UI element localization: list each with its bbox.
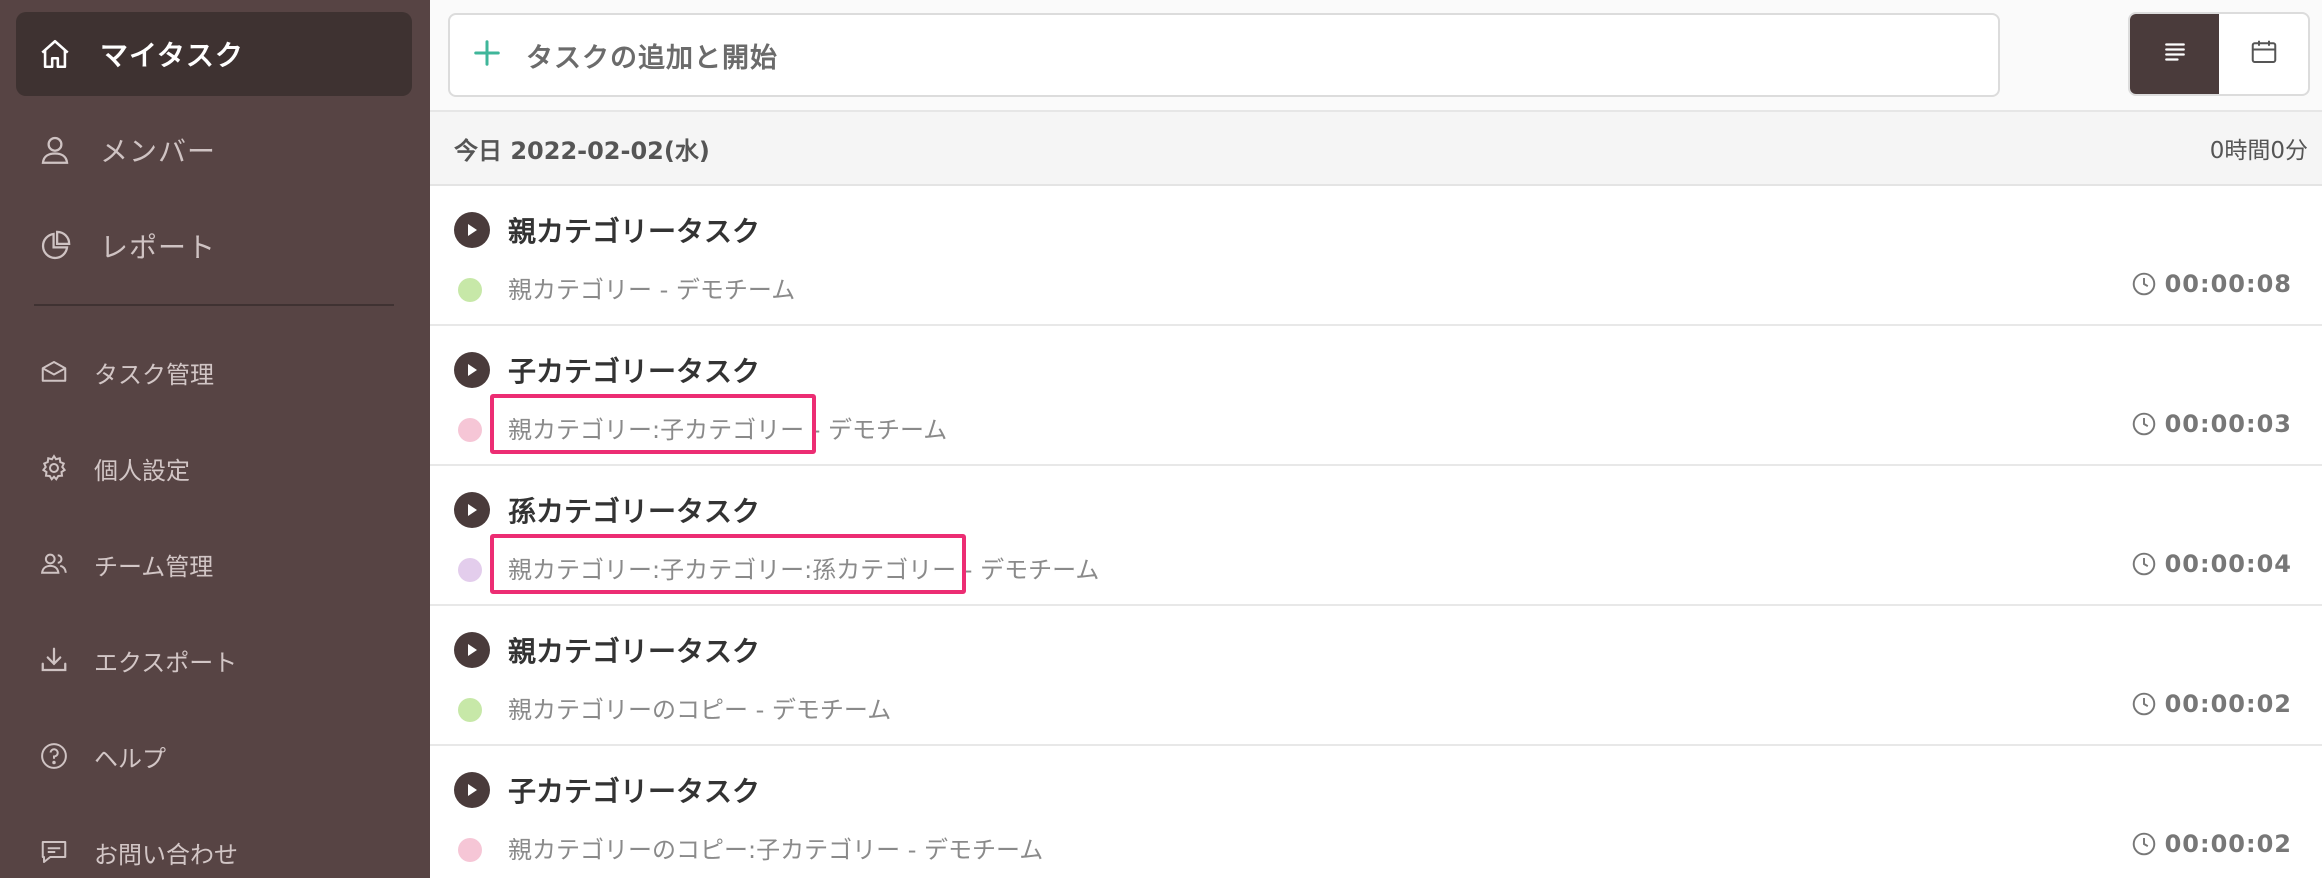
task-category: 親カテゴリーのコピー - デモチーム	[508, 696, 892, 724]
category-color-dot	[458, 278, 482, 302]
sidebar-divider	[34, 304, 394, 306]
sidebar-item-label: お問い合わせ	[94, 840, 238, 869]
download-icon	[38, 644, 70, 676]
day-date-label: 今日 2022-02-02(水)	[454, 136, 710, 165]
task-row[interactable]: 子カテゴリータスク 親カテゴリーのコピー:子カテゴリー - デモチーム 00:0…	[430, 746, 2322, 878]
play-button[interactable]	[454, 212, 490, 248]
day-header: 今日 2022-02-02(水) 0時間0分	[430, 112, 2322, 186]
clock-icon	[2131, 691, 2157, 717]
sidebar: マイタスク メンバー レポート タスク管理 個人設定 チーム管理 エクスポート …	[0, 0, 430, 878]
sidebar-item-reports[interactable]: レポート	[16, 204, 412, 288]
pie-chart-icon	[36, 227, 74, 265]
task-duration: 00:00:02	[2131, 830, 2292, 858]
inbox-icon	[38, 356, 70, 388]
sidebar-item-contact[interactable]: お問い合わせ	[0, 804, 430, 878]
task-row[interactable]: 孫カテゴリータスク 親カテゴリー:子カテゴリー:孫カテゴリー - デモチーム 0…	[430, 466, 2322, 606]
team-icon	[38, 548, 70, 580]
sidebar-item-task-management[interactable]: タスク管理	[0, 324, 430, 420]
sidebar-main-nav: マイタスク メンバー レポート	[0, 0, 430, 288]
sidebar-item-label: マイタスク	[100, 39, 244, 72]
play-icon	[468, 644, 477, 656]
user-icon	[36, 131, 74, 169]
sidebar-item-my-tasks[interactable]: マイタスク	[16, 12, 412, 96]
category-color-dot	[458, 418, 482, 442]
plus-icon	[472, 35, 508, 75]
task-duration: 00:00:02	[2131, 690, 2292, 718]
home-icon	[36, 35, 74, 73]
add-task-input[interactable]: タスクの追加と開始	[448, 13, 2000, 97]
add-task-placeholder: タスクの追加と開始	[526, 42, 778, 74]
sidebar-item-export[interactable]: エクスポート	[0, 612, 430, 708]
clock-icon	[2131, 271, 2157, 297]
play-icon	[468, 504, 477, 516]
list-view-button[interactable]	[2130, 14, 2219, 94]
category-color-dot	[458, 838, 482, 862]
clock-icon	[2131, 411, 2157, 437]
task-duration: 00:00:03	[2131, 410, 2292, 438]
list-icon	[2160, 37, 2190, 71]
sidebar-item-label: タスク管理	[94, 360, 214, 389]
play-button[interactable]	[454, 352, 490, 388]
sidebar-item-label: チーム管理	[94, 552, 214, 581]
play-icon	[468, 784, 477, 796]
sidebar-item-label: エクスポート	[94, 648, 238, 677]
play-button[interactable]	[454, 632, 490, 668]
task-title: 子カテゴリータスク	[508, 355, 761, 388]
day-total-time: 0時間0分	[2209, 138, 2308, 164]
task-list: 親カテゴリータスク 親カテゴリー - デモチーム 00:00:08 子カテゴリー…	[430, 186, 2322, 878]
task-duration-value: 00:00:04	[2164, 550, 2292, 578]
play-icon	[468, 364, 477, 376]
task-duration-value: 00:00:02	[2164, 830, 2292, 858]
sidebar-item-team-management[interactable]: チーム管理	[0, 516, 430, 612]
category-color-dot	[458, 558, 482, 582]
task-category: 親カテゴリー:子カテゴリー:孫カテゴリー - デモチーム	[508, 556, 1100, 584]
sidebar-item-label: レポート	[100, 231, 217, 264]
view-mode-toggle	[2128, 12, 2310, 96]
sidebar-item-personal-settings[interactable]: 個人設定	[0, 420, 430, 516]
task-row[interactable]: 親カテゴリータスク 親カテゴリー - デモチーム 00:00:08	[430, 186, 2322, 326]
play-icon	[468, 224, 477, 236]
task-duration-value: 00:00:03	[2164, 410, 2292, 438]
task-duration: 00:00:04	[2131, 550, 2292, 578]
play-button[interactable]	[454, 492, 490, 528]
calendar-icon	[2249, 37, 2279, 71]
task-title: 親カテゴリータスク	[508, 635, 761, 668]
task-row[interactable]: 親カテゴリータスク 親カテゴリーのコピー - デモチーム 00:00:02	[430, 606, 2322, 746]
message-icon	[38, 836, 70, 868]
category-color-dot	[458, 698, 482, 722]
calendar-view-button[interactable]	[2219, 14, 2308, 94]
sidebar-item-label: 個人設定	[94, 456, 190, 485]
clock-icon	[2131, 831, 2157, 857]
sidebar-item-members[interactable]: メンバー	[16, 108, 412, 192]
main-content: タスクの追加と開始 今日 2022-02-02(水) 0時間0分 親カテゴリータ…	[430, 0, 2322, 878]
task-title: 親カテゴリータスク	[508, 215, 761, 248]
app-window: マイタスク メンバー レポート タスク管理 個人設定 チーム管理 エクスポート …	[0, 0, 2322, 878]
task-title: 子カテゴリータスク	[508, 775, 761, 808]
task-duration: 00:00:08	[2131, 270, 2292, 298]
task-title: 孫カテゴリータスク	[508, 495, 761, 528]
sidebar-item-help[interactable]: ヘルプ	[0, 708, 430, 804]
clock-icon	[2131, 551, 2157, 577]
task-category: 親カテゴリー:子カテゴリー - デモチーム	[508, 416, 948, 444]
task-duration-value: 00:00:08	[2164, 270, 2292, 298]
sidebar-item-label: ヘルプ	[94, 744, 166, 773]
top-bar: タスクの追加と開始	[430, 0, 2322, 112]
task-category: 親カテゴリー - デモチーム	[508, 276, 796, 304]
gear-icon	[38, 452, 70, 484]
task-category: 親カテゴリーのコピー:子カテゴリー - デモチーム	[508, 836, 1044, 864]
sidebar-sub-nav: タスク管理 個人設定 チーム管理 エクスポート ヘルプ お問い合わせ	[0, 324, 430, 878]
sidebar-item-label: メンバー	[100, 135, 217, 168]
play-button[interactable]	[454, 772, 490, 808]
task-row[interactable]: 子カテゴリータスク 親カテゴリー:子カテゴリー - デモチーム 00:00:03	[430, 326, 2322, 466]
help-icon	[38, 740, 70, 772]
task-duration-value: 00:00:02	[2164, 690, 2292, 718]
